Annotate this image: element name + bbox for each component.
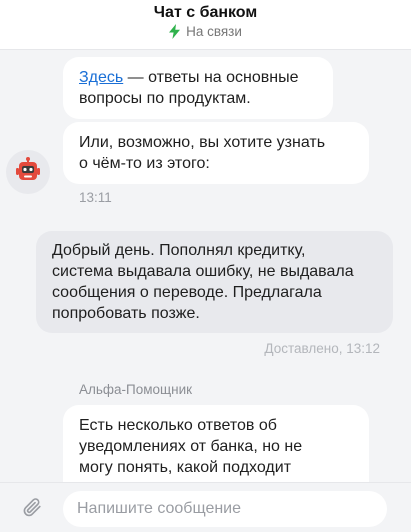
bot-message-links: Здесь — ответы на основные вопросы по пр… xyxy=(63,57,333,119)
message-line: могу понять, какой подходит xyxy=(79,459,292,476)
bot-message-suggestions: Или, возможно, вы хотите узнать о чём-то… xyxy=(63,122,369,184)
message-line: вопросы по продуктам. xyxy=(79,90,251,107)
chat-title: Чат с банком xyxy=(153,4,258,21)
message-line: Добрый день. Пополнял кредитку, xyxy=(52,242,306,259)
message-line: сообщения о переводе. Предлагала xyxy=(52,284,322,301)
message-input[interactable] xyxy=(63,491,387,527)
message-line: система выдавала ошибку, не выдавала xyxy=(52,263,354,280)
bolt-icon xyxy=(169,24,181,39)
message-line: попробовать позже. xyxy=(52,305,200,322)
user-message: Добрый день. Пополнял кредитку, система … xyxy=(36,231,393,333)
attach-button[interactable] xyxy=(18,495,46,523)
paperclip-icon xyxy=(21,496,43,523)
message-line: Или, возможно, вы хотите узнать xyxy=(79,134,326,151)
message-time: 13:11 xyxy=(79,190,112,205)
message-line: о чём-то из этого: xyxy=(79,155,210,172)
robot-icon xyxy=(15,156,41,188)
chat-header: Чат с банком На связи xyxy=(0,0,411,50)
message-input-wrapper xyxy=(63,491,387,527)
connection-status: На связи xyxy=(0,24,411,39)
composer xyxy=(0,482,411,532)
message-text: — ответы на основные xyxy=(123,69,299,86)
bot-message: Есть несколько ответов об уведомлениях о… xyxy=(63,405,369,482)
connection-status-text: На связи xyxy=(186,24,242,39)
help-link[interactable]: Здесь xyxy=(79,69,123,86)
message-list[interactable]: Здесь — ответы на основные вопросы по пр… xyxy=(0,51,411,482)
delivery-status: Доставлено, 13:12 xyxy=(264,341,380,356)
sender-name: Альфа-Помощник xyxy=(79,382,193,397)
message-line: Здесь — ответы на основные xyxy=(79,67,319,88)
message-line: уведомлениях от банка, но не xyxy=(79,438,303,455)
message-line: Есть несколько ответов об xyxy=(79,417,277,434)
bot-avatar xyxy=(6,150,50,194)
